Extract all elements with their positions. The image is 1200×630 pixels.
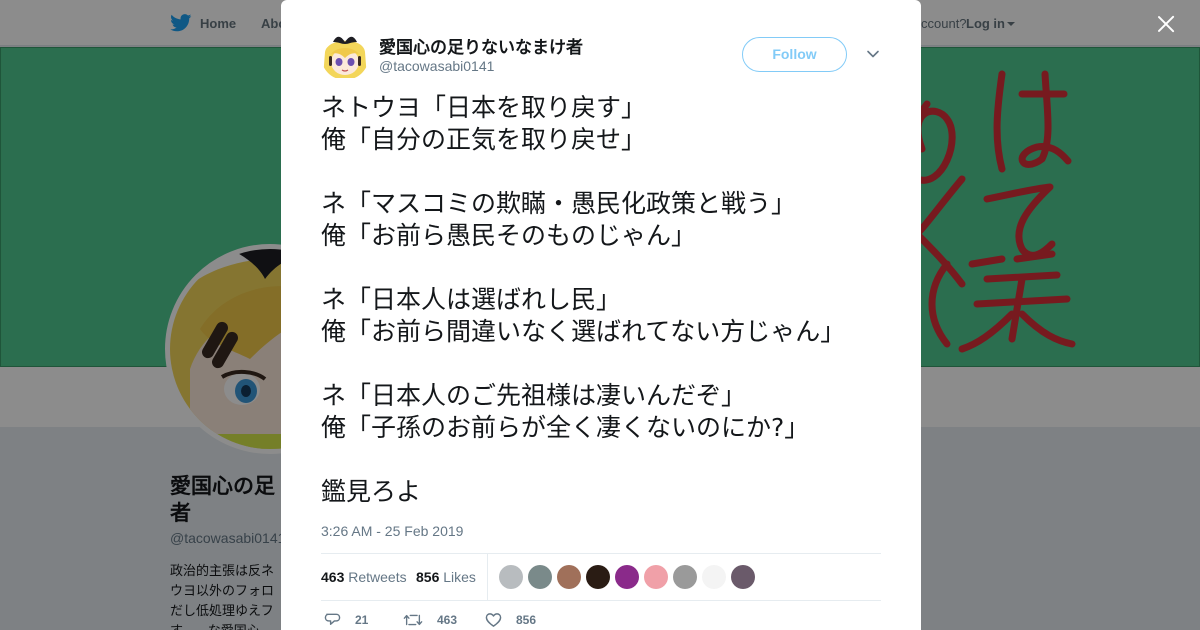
likes-label: Likes: [443, 569, 476, 585]
liker-avatar-1[interactable]: [499, 565, 523, 589]
chevron-down-icon[interactable]: [866, 47, 880, 61]
follow-button[interactable]: Follow: [742, 37, 847, 72]
tweet-text-line: 俺「自分の正気を取り戻せ」: [321, 125, 647, 154]
tweet-text-line: [321, 444, 891, 476]
liker-avatar-5[interactable]: [615, 565, 639, 589]
retweets-count: 463: [321, 569, 345, 585]
liker-avatar-4[interactable]: [586, 565, 610, 589]
tweet-text-line: ネトウヨ「日本を取り戻す」: [321, 93, 647, 122]
tweet-author-handle[interactable]: @tacowasabi0141: [379, 58, 494, 74]
reply-button[interactable]: 21: [324, 612, 368, 628]
reply-count: 21: [355, 613, 369, 627]
liker-avatars: [499, 565, 755, 589]
likes-count: 856: [416, 569, 440, 585]
tweet-actions: 21 463 856: [321, 612, 881, 630]
tweet-timestamp[interactable]: 3:26 AM - 25 Feb 2019: [321, 523, 463, 539]
liker-avatar-2[interactable]: [528, 565, 552, 589]
stats-divider: [487, 554, 488, 600]
tweet-text-line: [321, 252, 891, 284]
tweet-text-line: [321, 156, 891, 188]
like-button[interactable]: 856: [485, 612, 536, 628]
likes-stat[interactable]: 856 Likes: [416, 569, 476, 585]
tweet-text-line: 俺「お前ら間違いなく選ばれてない方じゃん」: [321, 317, 846, 346]
retweets-stat[interactable]: 463 Retweets: [321, 569, 407, 585]
tweet-permalink-modal: 愛国心の足りないなまけ者 @tacowasabi0141 Follow ネトウヨ…: [281, 0, 921, 630]
tweet-text-line: ネ「マスコミの欺瞞・愚民化政策と戦う」: [321, 189, 797, 218]
heart-icon: [485, 613, 502, 627]
liker-avatar-8[interactable]: [702, 565, 726, 589]
liker-avatar-6[interactable]: [644, 565, 668, 589]
tweet-text-line: 鑑見ろよ: [321, 477, 422, 506]
close-icon[interactable]: [1154, 12, 1178, 36]
retweet-count: 463: [437, 613, 458, 627]
tweet-text-line: [321, 348, 891, 380]
liker-avatar-9[interactable]: [731, 565, 755, 589]
anime-avatar-image: [321, 32, 369, 80]
tweet-text-line: ネ「日本人のご先祖様は凄いんだぞ」: [321, 381, 747, 410]
retweet-button[interactable]: 463: [403, 612, 457, 628]
tweet-text-line: 俺「お前ら愚民そのものじゃん」: [321, 221, 697, 250]
retweets-label: Retweets: [348, 569, 407, 585]
tweet-text-line: 俺「子孫のお前らが全く凄くないのにか?」: [321, 413, 810, 442]
tweet-text: ネトウヨ「日本を取り戻す」 俺「自分の正気を取り戻せ」 ネ「マスコミの欺瞞・愚民…: [321, 92, 891, 508]
retweet-icon: [403, 614, 423, 626]
liker-avatar-3[interactable]: [557, 565, 581, 589]
tweet-author-name[interactable]: 愛国心の足りないなまけ者: [379, 33, 583, 58]
like-count: 856: [516, 613, 537, 627]
reply-icon: [324, 613, 341, 625]
tweet-author-avatar[interactable]: [321, 32, 369, 80]
tweet-stats-bar: 463 Retweets 856 Likes: [321, 553, 881, 601]
tweet-text-line: ネ「日本人は選ばれし民」: [321, 285, 622, 314]
liker-avatar-7[interactable]: [673, 565, 697, 589]
